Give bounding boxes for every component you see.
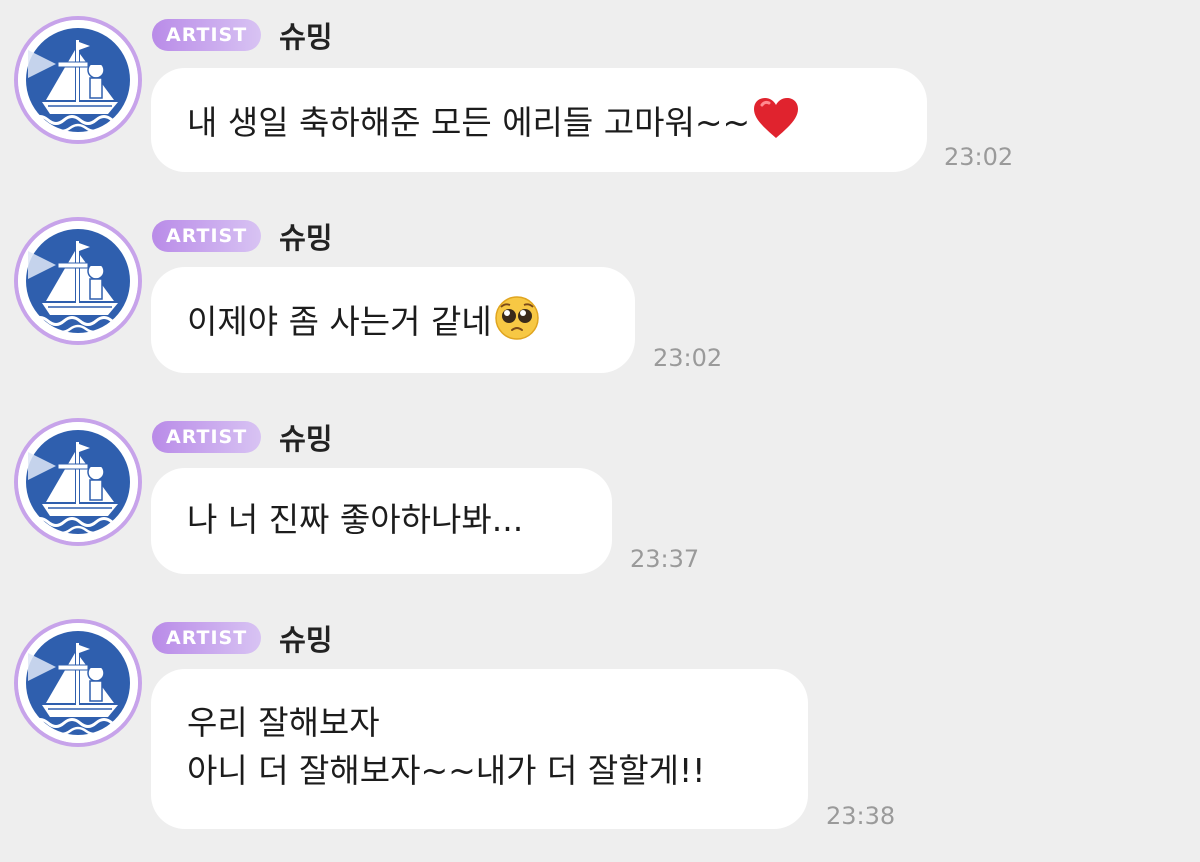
sender-name[interactable]: 슈밍 (279, 416, 332, 458)
message-bubble[interactable]: 내 생일 축하해준 모든 에리들 고마워~~ (151, 68, 927, 172)
ship-sailor-icon (18, 623, 138, 743)
artist-avatar[interactable] (14, 418, 142, 546)
artist-avatar[interactable] (14, 217, 142, 345)
sender-name[interactable]: 슈밍 (279, 215, 332, 257)
artist-avatar[interactable] (14, 619, 142, 747)
message-time: 23:02 (653, 344, 723, 372)
message-header: ARTIST 슈밍 (152, 215, 333, 257)
sender-name[interactable]: 슈밍 (279, 14, 332, 56)
artist-avatar[interactable] (14, 16, 142, 144)
red-heart-icon (754, 98, 799, 138)
chat-message: ARTIST 슈밍 내 생일 축하해준 모든 에리들 고마워~~ 23:02 (0, 0, 1200, 200)
message-time: 23:02 (944, 143, 1014, 171)
artist-badge: ARTIST (152, 622, 262, 654)
chat-message: ARTIST 슈밍 이제야 좀 사는거 같네 23:02 (0, 201, 1200, 401)
chat-message: ARTIST 슈밍 우리 잘해보자 아니 더 잘해보자~~내가 더 잘할게!! … (0, 603, 1200, 862)
message-bubble[interactable]: 나 너 진짜 좋아하나봐... (151, 468, 612, 574)
message-time: 23:38 (826, 802, 896, 830)
message-text: 내 생일 축하해준 모든 에리들 고마워~~ (187, 103, 751, 142)
sender-name[interactable]: 슈밍 (279, 617, 332, 659)
pleading-face-icon (494, 296, 539, 340)
message-text: 나 너 진짜 좋아하나봐... (187, 500, 524, 539)
message-header: ARTIST 슈밍 (152, 617, 333, 659)
message-header: ARTIST 슈밍 (152, 14, 333, 56)
chat-window: ARTIST 슈밍 내 생일 축하해준 모든 에리들 고마워~~ 23:02 A… (0, 0, 1200, 862)
message-header: ARTIST 슈밍 (152, 416, 333, 458)
message-bubble[interactable]: 이제야 좀 사는거 같네 (151, 267, 635, 373)
artist-badge: ARTIST (152, 19, 262, 51)
ship-sailor-icon (18, 20, 138, 140)
artist-badge: ARTIST (152, 421, 262, 453)
chat-message: ARTIST 슈밍 나 너 진짜 좋아하나봐... 23:37 (0, 402, 1200, 602)
message-text-line: 우리 잘해보자 (187, 703, 380, 742)
ship-sailor-icon (18, 422, 138, 542)
ship-sailor-icon (18, 221, 138, 341)
message-bubble[interactable]: 우리 잘해보자 아니 더 잘해보자~~내가 더 잘할게!! (151, 669, 808, 829)
message-time: 23:37 (630, 545, 700, 573)
message-text: 이제야 좀 사는거 같네 (187, 302, 492, 341)
artist-badge: ARTIST (152, 220, 262, 252)
message-text-line: 아니 더 잘해보자~~내가 더 잘할게!! (187, 751, 706, 790)
